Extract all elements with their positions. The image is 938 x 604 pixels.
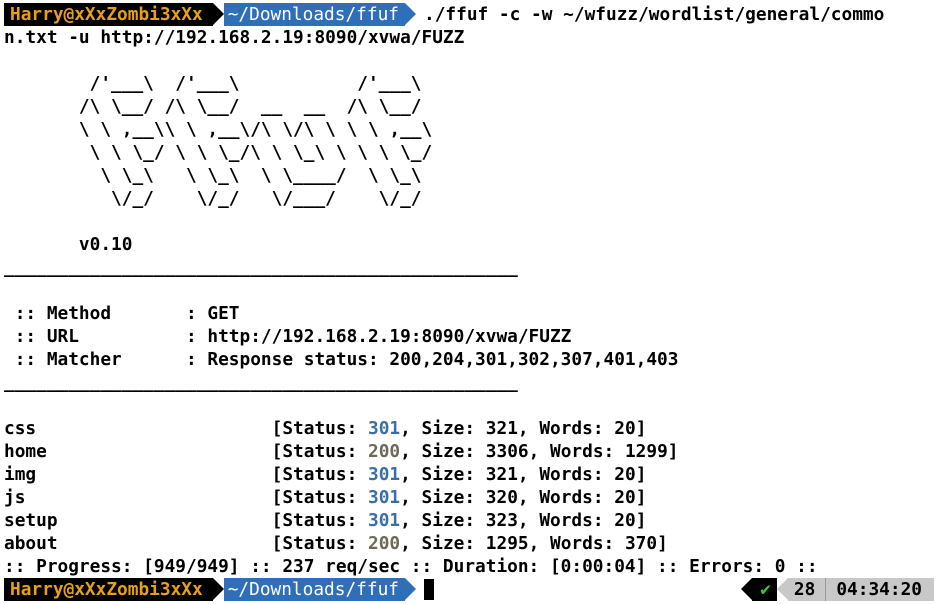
result-name: js [4, 487, 26, 508]
clock-time: 04:34:20 [825, 578, 934, 601]
size-label: , Size: [400, 510, 486, 531]
status-label: [Status: [271, 487, 369, 508]
size-label: , Size: [400, 487, 486, 508]
prompt-arrow-icon [405, 3, 416, 25]
status-label: [Status: [271, 418, 368, 439]
status-code: 301 [368, 510, 401, 531]
check-icon: ✔ [752, 578, 777, 601]
bracket-close: ] [635, 510, 647, 531]
words-label: , Words: [517, 510, 615, 531]
result-gap [25, 487, 271, 508]
words-label: , Words: [517, 418, 615, 439]
words-label: , Words: [517, 487, 615, 508]
config-method: :: Method : GET [4, 303, 240, 324]
terminal-cursor[interactable] [424, 579, 434, 600]
words-label: , Words: [528, 441, 625, 462]
status-code: 200 [368, 441, 401, 462]
size-label: , Size: [400, 418, 486, 439]
result-gap [36, 418, 272, 439]
history-count: 28 [787, 578, 826, 601]
result-size: 3306 [485, 441, 529, 462]
result-words: 20 [614, 510, 636, 531]
bracket-close: ] [667, 441, 679, 462]
bracket-close: ] [657, 533, 668, 554]
bracket-close: ] [635, 464, 647, 485]
status-code: 301 [368, 418, 401, 439]
result-row: css [Status: 301, Size: 321, Words: 20] [4, 417, 934, 440]
status-label: [Status: [271, 441, 368, 462]
result-words: 20 [614, 487, 636, 508]
version-text: v0.10 [4, 234, 133, 255]
result-words: 1299 [624, 441, 668, 462]
result-size: 321 [485, 418, 518, 439]
config-matcher: :: Matcher : Response status: 200,204,30… [4, 349, 679, 370]
prompt-path: ~/Downloads/ffuf [223, 578, 405, 601]
result-row: home [Status: 200, Size: 3306, Words: 12… [4, 440, 934, 463]
result-words: 20 [614, 418, 636, 439]
result-words: 370 [624, 533, 658, 554]
terminal[interactable]: Harry@xXxZombi3xXx ~/Downloads/ffuf ./ffuf… [4, 3, 934, 601]
prompt-arrow-icon [212, 578, 224, 600]
right-status: ✔ 28 04:34:20 [741, 578, 934, 601]
result-gap [58, 510, 272, 531]
prompt-line: Harry@xXxZombi3xXx ~/Downloads/ffuf ✔ 28 … [4, 578, 934, 601]
prompt-user: Harry@xXxZombi3xXx [4, 578, 213, 601]
result-row: js [Status: 301, Size: 320, Words: 20] [4, 486, 934, 509]
result-row: about [Status: 200, Size: 1295, Words: 3… [4, 532, 934, 555]
banner-line: /\ \__/ /\ \__/ __ __ /\ \__/ [4, 96, 422, 117]
prompt-line: Harry@xXxZombi3xXx ~/Downloads/ffuf ./ffuf… [4, 3, 934, 26]
separator: ________________________________________… [4, 372, 518, 393]
prompt-user: Harry@xXxZombi3xXx [4, 3, 213, 26]
status-code: 301 [368, 464, 401, 485]
prompt-arrow-icon [405, 578, 416, 600]
result-size: 321 [485, 464, 518, 485]
status-code: 200 [368, 533, 401, 554]
size-label: , Size: [400, 533, 486, 554]
banner-line: \ \ \_/ \ \ \_/\ \ \_\ \ \ \ \_/ [4, 142, 433, 163]
result-size: 1295 [485, 533, 529, 554]
result-gap [36, 464, 272, 485]
result-row: img [Status: 301, Size: 321, Words: 20] [4, 463, 934, 486]
result-words: 20 [614, 464, 636, 485]
status-label: [Status: [271, 510, 368, 531]
separator: ________________________________________… [4, 257, 518, 278]
progress-line: :: Progress: [949/949] :: 237 req/sec ::… [4, 556, 818, 577]
result-gap [47, 441, 272, 462]
words-label: , Words: [528, 533, 625, 554]
result-row: setup [Status: 301, Size: 323, Words: 20… [4, 509, 934, 532]
config-url: :: URL : http://192.168.2.19:8090/xvwa/F… [4, 326, 572, 347]
result-name: home [4, 441, 47, 462]
status-arrow-icon [741, 578, 753, 600]
status-code: 301 [368, 487, 401, 508]
size-label: , Size: [400, 464, 486, 485]
bracket-close: ] [635, 487, 647, 508]
banner-line: \/_/ \/_/ \/___/ \/_/ [4, 188, 422, 209]
result-name: about [4, 533, 58, 554]
banner-line: \ \_\ \ \_\ \ \____/ \ \_\ [4, 165, 422, 186]
command-continuation: n.txt -u http://192.168.2.19:8090/xvwa/F… [4, 27, 465, 48]
prompt-arrow-icon [212, 3, 224, 25]
bracket-close: ] [635, 418, 647, 439]
status-label: [Status: [271, 533, 368, 554]
status-arrow-icon [776, 578, 788, 600]
status-label: [Status: [271, 464, 368, 485]
result-name: css [4, 418, 37, 439]
result-gap [58, 533, 272, 554]
result-name: img [4, 464, 37, 485]
words-label: , Words: [517, 464, 615, 485]
banner-line: /'___\ /'___\ /'___\ [4, 73, 422, 94]
result-name: setup [4, 510, 58, 531]
command-text: ./ffuf -c -w ~/wfuzz/wordlist/general/co… [424, 4, 885, 25]
result-size: 320 [485, 487, 518, 508]
result-size: 323 [485, 510, 518, 531]
banner-line: \ \ ,__\\ \ ,__\/\ \/\ \ \ \ ,__\ [4, 119, 433, 140]
results-list: css [Status: 301, Size: 321, Words: 20] h… [4, 417, 934, 555]
prompt-path: ~/Downloads/ffuf [223, 3, 405, 26]
size-label: , Size: [400, 441, 486, 462]
